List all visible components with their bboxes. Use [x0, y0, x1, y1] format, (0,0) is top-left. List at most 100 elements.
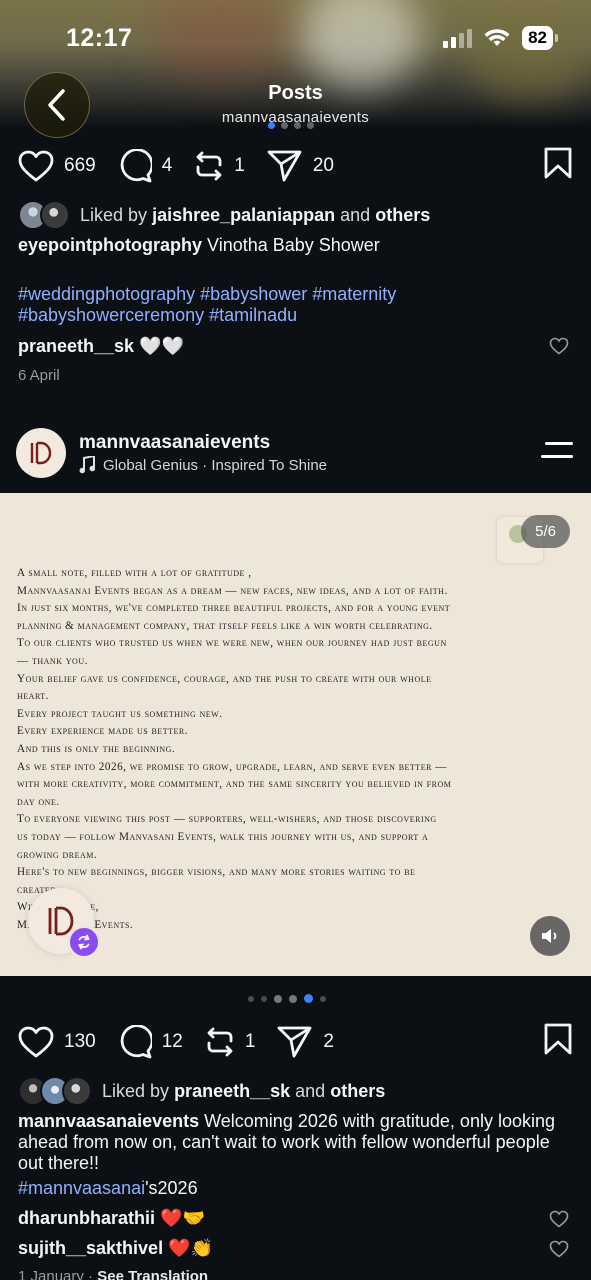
status-icons: 82 — [443, 26, 558, 50]
music-note-icon — [79, 456, 95, 474]
note-line: Your belief gave us confidence, courage,… — [17, 672, 432, 685]
liked-by-others[interactable]: others — [330, 1081, 385, 1102]
battery-indicator: 82 — [522, 26, 558, 50]
comment-icon — [120, 148, 152, 182]
post2-like-button[interactable]: 130 — [18, 1026, 96, 1058]
note-line: Mannvaasanai Events began as a dream — n… — [17, 584, 448, 597]
caption-hashtag[interactable]: #mannvaasanai — [18, 1178, 145, 1198]
liked-by-prefix: Liked by — [80, 204, 148, 225]
comment-like-heart-icon[interactable] — [549, 1240, 569, 1258]
post1-liker-avatars — [18, 200, 70, 230]
repost-icon — [78, 934, 90, 950]
bookmark-icon — [544, 1023, 572, 1055]
post2-menu-button[interactable] — [541, 442, 573, 468]
gratitude-note: A small note, filled with a lot of grati… — [17, 565, 512, 934]
post1-hashtags-line2[interactable]: #babyshowerceremony #tamilnadu — [18, 305, 551, 326]
post2-username[interactable]: mannvaasanaievents — [79, 432, 270, 454]
heart-icon — [18, 150, 54, 181]
liked-by-prefix: Liked by — [102, 1080, 170, 1101]
note-line: A small note, filled with a lot of grati… — [17, 567, 252, 579]
post2-comment-button[interactable]: 12 — [118, 1024, 183, 1059]
header-carousel-dots — [268, 122, 314, 129]
wifi-icon — [484, 29, 510, 46]
note-line: Every project taught us something new. — [17, 707, 223, 720]
repost-badge — [67, 925, 101, 959]
bookmark-icon — [544, 147, 572, 179]
see-translation-link[interactable]: See Translation — [97, 1268, 208, 1280]
post2-action-bar: 130 12 1 2 — [18, 1022, 573, 1061]
heart-icon — [18, 1026, 54, 1057]
liked-by-user[interactable]: jaishree_palaniappan — [152, 205, 335, 226]
comment-username[interactable]: dharunbharathii — [18, 1208, 155, 1228]
post2-date-row: 1 January · See Translation — [18, 1268, 208, 1280]
post1-comment-button[interactable]: 4 — [118, 148, 172, 183]
slide-counter: 5/6 — [521, 515, 570, 548]
post1-action-bar: 669 4 1 20 — [18, 146, 573, 185]
post2-caption: mannvaasanaievents Welcoming 2026 with g… — [18, 1111, 561, 1174]
note-line: growing dream. — [17, 848, 98, 861]
post1-share-button[interactable]: 20 — [267, 149, 334, 183]
post1-share-count: 20 — [312, 154, 334, 176]
liked-by-and: and — [295, 1080, 326, 1101]
liked-by-others[interactable]: others — [375, 205, 430, 226]
post1-repost-button[interactable]: 1 — [194, 149, 245, 183]
note-line: with more creativity, more commitment, a… — [17, 778, 452, 791]
post1-caption: eyepointphotography Vinotha Baby Shower — [18, 235, 551, 256]
post2-liked-by[interactable]: Liked by praneeth__sk and others — [18, 1076, 385, 1106]
repost-icon — [207, 1027, 233, 1056]
note-line: Here's to new beginnings, bigger visions… — [17, 866, 416, 879]
carousel-dots — [248, 994, 326, 1003]
comment-like-heart-icon[interactable] — [549, 337, 569, 355]
repost-icon — [196, 151, 222, 180]
menu-icon — [545, 442, 573, 445]
comment-icon — [120, 1024, 152, 1058]
note-line: In just six months, we've completed thre… — [17, 602, 451, 615]
note-line: As we step into 2026, we promise to grow… — [17, 760, 447, 773]
status-time: 12:17 — [66, 24, 133, 52]
note-line: Every experience made us better. — [17, 725, 189, 738]
speaker-icon — [542, 929, 557, 943]
post2-share-button[interactable]: 2 — [277, 1025, 334, 1059]
post1-save-button[interactable] — [543, 146, 573, 185]
post2-comment-2: sujith__sakthivel ❤️👏 — [18, 1238, 551, 1259]
caption-username[interactable]: mannvaasanaievents — [18, 1111, 199, 1131]
post1-date: 6 April — [18, 367, 60, 384]
send-icon — [278, 1026, 312, 1057]
comment-text: ❤️👏 — [168, 1238, 213, 1258]
post1-like-button[interactable]: 669 — [18, 150, 96, 182]
comment-username[interactable]: sujith__sakthivel — [18, 1238, 163, 1258]
post2-image[interactable]: 5/6 A small note, filled with a lot of g… — [0, 493, 591, 976]
post2-save-button[interactable] — [543, 1022, 573, 1061]
post2-repost-count: 1 — [244, 1030, 256, 1052]
comment-like-heart-icon[interactable] — [549, 1210, 569, 1228]
caption-hashtag-suffix: 's2026 — [145, 1178, 198, 1198]
audio-button[interactable] — [530, 916, 570, 956]
note-line: created. — [17, 883, 60, 896]
note-line: planning & management company, that itse… — [17, 619, 433, 632]
post2-like-count: 130 — [64, 1030, 96, 1052]
post2-comment-count: 12 — [161, 1030, 183, 1052]
post1-liked-by[interactable]: Liked by jaishree_palaniappan and others — [18, 200, 430, 230]
send-icon — [267, 150, 302, 181]
post1-hashtags-line1[interactable]: #weddingphotography #babyshower #materni… — [18, 284, 551, 305]
note-line: day one. — [17, 795, 60, 808]
post1-repost-count: 1 — [234, 154, 245, 176]
caption-username[interactable]: eyepointphotography — [18, 235, 202, 255]
post1-like-count: 669 — [64, 154, 96, 176]
post2-music[interactable]: Global Genius · Inspired To Shine — [79, 456, 327, 474]
comment-username[interactable]: praneeth__sk — [18, 336, 134, 356]
post2-avatar[interactable] — [16, 428, 66, 478]
post2-repost-button[interactable]: 1 — [205, 1025, 256, 1059]
page-title: Posts — [268, 82, 323, 104]
liked-by-and: and — [340, 204, 371, 225]
note-line: To our clients who trusted us when we we… — [17, 637, 447, 650]
liked-by-user[interactable]: praneeth__sk — [174, 1081, 290, 1102]
note-line: heart. — [17, 690, 49, 703]
avatar — [62, 1076, 92, 1106]
post1-comment: praneeth__sk 🤍🤍 — [18, 336, 551, 357]
post2-liker-avatars — [18, 1076, 92, 1106]
note-line: And this is only the beginning. — [17, 742, 176, 755]
avatar — [40, 200, 70, 230]
music-label: Global Genius · Inspired To Shine — [103, 456, 328, 474]
note-line: To everyone viewing this post — supporte… — [17, 813, 437, 826]
